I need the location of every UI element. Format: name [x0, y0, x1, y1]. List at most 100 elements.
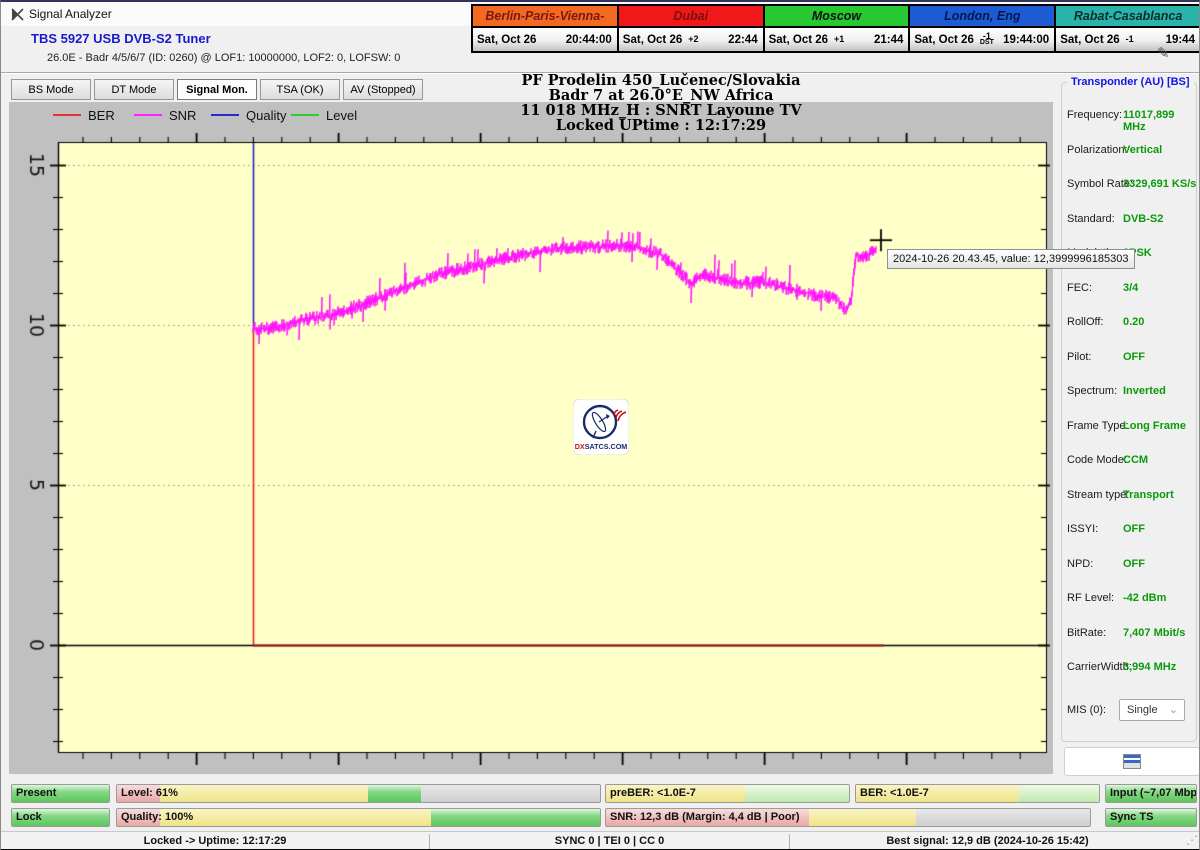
meter-label: SNR: 12,3 dB (Margin: 4,4 dB | Poor) — [610, 809, 800, 826]
mis-label: MIS (0): — [1067, 704, 1106, 716]
clock-utc-offset: -1DST — [980, 33, 994, 46]
transponder-field-label: Frequency: — [1067, 109, 1122, 121]
tuner-name: TBS 5927 USB DVB-S2 Tuner — [31, 31, 211, 46]
clock-time-row: Sat, Oct 2620:44:00Sat, Oct 26+222:44Sat… — [473, 26, 1200, 51]
world-clock-table: Berlin-Paris-Vienna-RomaDubaiMoscowLondo… — [471, 4, 1200, 53]
transponder-field-label: RollOff: — [1067, 316, 1103, 328]
tab-dt-mode[interactable]: DT Mode — [94, 79, 174, 100]
transponder-field-label: Polarization: — [1067, 144, 1128, 156]
clock-city-row: Berlin-Paris-Vienna-RomaDubaiMoscowLondo… — [473, 6, 1200, 26]
tab-signal-mon-[interactable]: Signal Mon. — [177, 79, 257, 100]
legend-item-quality: Quality — [211, 106, 286, 124]
transponder-field-label: ISSYI: — [1067, 523, 1098, 535]
dxsatcs-logo: DXSATCS.COM — [573, 399, 629, 455]
clock-city: Moscow — [763, 6, 909, 26]
meter-label: preBER: <1.0E-7 — [610, 785, 696, 802]
legend-label: SNR — [169, 108, 196, 123]
transponder-field-value: 3329,691 KS/s — [1123, 178, 1196, 190]
legend-line — [211, 114, 239, 116]
clock-time: Sat, Oct 2620:44:00 — [473, 26, 617, 51]
clock-utc-offset: -1 — [1126, 36, 1134, 43]
clock-city: London, Eng — [908, 6, 1054, 26]
save-button[interactable] — [1064, 747, 1200, 776]
transponder-field-value: 3,994 MHz — [1123, 661, 1176, 673]
meter-present: Present — [11, 784, 110, 803]
clock-time: Sat, Oct 26+121:44 — [763, 26, 909, 51]
transponder-field-value: OFF — [1123, 523, 1145, 535]
transponder-field-label: Pilot: — [1067, 351, 1091, 363]
transponder-field-value: Inverted — [1123, 385, 1166, 397]
legend-line — [291, 114, 319, 116]
meter-label: Level: 61% — [121, 785, 178, 802]
clock-city: Rabat-Casablanca — [1054, 6, 1200, 26]
clock-utc-offset: +1 — [834, 36, 844, 43]
transponder-field-value: 0.20 — [1123, 316, 1144, 328]
meter-snr: SNR: 12,3 dB (Margin: 4,4 dB | Poor) — [605, 808, 1091, 827]
chevron-down-icon: ⌄ — [1169, 700, 1178, 720]
tuner-details: 26.0E - Badr 4/5/6/7 (ID: 0260) @ LOF1: … — [47, 52, 400, 64]
transponder-field-label: Frame Type: — [1067, 420, 1129, 432]
transponder-field-label: Spectrum: — [1067, 385, 1117, 397]
transponder-field-value: DVB-S2 — [1123, 213, 1163, 225]
logo-text-dx: DX — [575, 442, 585, 451]
svg-text:DXSATCS.COM: DXSATCS.COM — [575, 442, 628, 451]
chart-title-line3: 11 018 MHz_H : SNRT Layoune TV — [401, 103, 921, 118]
chart-title-line4: Locked UPtime : 12:17:29 — [401, 118, 921, 133]
chart-tooltip: 2024-10-26 20.43.45, value: 12,399999618… — [887, 249, 1135, 269]
transponder-field-value: Long Frame — [1123, 420, 1186, 432]
transponder-field-value: OFF — [1123, 351, 1145, 363]
transponder-groupbox-title: Transponder (AU) [BS] — [1067, 76, 1194, 88]
tab-bs-mode[interactable]: BS Mode — [11, 79, 91, 100]
chart-title-line2: Badr 7 at 26.0°E_NW Africa — [401, 88, 921, 103]
transponder-field-label: BitRate: — [1067, 627, 1106, 639]
window-title: Signal Analyzer — [29, 7, 112, 21]
transponder-field-value: 3/4 — [1123, 282, 1138, 294]
transponder-field-label: NPD: — [1067, 558, 1093, 570]
legend-label: Quality — [246, 108, 286, 123]
meter-ber: BER: <1.0E-7 — [855, 784, 1100, 803]
signal-chart-canvas[interactable] — [9, 102, 1053, 774]
disk-icon — [1123, 754, 1141, 769]
logo-text-rest: SATCS.COM — [585, 442, 628, 451]
clock-time: Sat, Oct 26+222:44 — [617, 26, 763, 51]
legend-label: BER — [88, 108, 115, 123]
transponder-field-label: Stream type: — [1067, 489, 1129, 501]
clock-city: Dubai — [617, 6, 763, 26]
transponder-field-value: Transport — [1123, 489, 1174, 501]
mis-dropdown[interactable]: Single ⌄ — [1119, 699, 1185, 721]
meter-syncts: Sync TS — [1105, 808, 1197, 827]
legend-item-level: Level — [291, 106, 357, 124]
meter-label: Input (~7,07 Mbps) — [1110, 785, 1197, 802]
status-uptime: Locked -> Uptime: 12:17:29 — [1, 832, 429, 850]
legend-item-snr: SNR — [134, 106, 196, 124]
mis-dropdown-value: Single — [1127, 704, 1158, 716]
chart-title-line1: PF Prodelin 450_Lučenec/Slovakia — [401, 73, 921, 88]
legend-line — [134, 114, 162, 116]
mode-tabs: BS ModeDT ModeSignal Mon.TSA (OK)AV (Sto… — [11, 79, 423, 100]
signal-analyzer-window: Signal Analyzer Berlin-Paris-Vienna-Roma… — [0, 0, 1200, 850]
transponder-field-label: FEC: — [1067, 282, 1092, 294]
tab-tsa-ok-[interactable]: TSA (OK) — [260, 79, 340, 100]
clock-utc-offset: +2 — [688, 36, 698, 43]
status-best-signal: Best signal: 12,9 dB (2024-10-26 15:42) — [790, 832, 1185, 850]
legend-item-ber: BER — [53, 106, 115, 124]
clock-time: Sat, Oct 26-119:44 — [1054, 26, 1200, 51]
pen-icon: ✎ — [1157, 44, 1170, 62]
legend-label: Level — [326, 108, 357, 123]
clock-time: Sat, Oct 26-1DST19:44:00 — [908, 26, 1054, 51]
meter-level: Level: 61% — [116, 784, 601, 803]
satellite-dish-icon — [10, 7, 25, 22]
transponder-field-value: OFF — [1123, 558, 1145, 570]
transponder-field-label: RF Level: — [1067, 592, 1114, 604]
clock-city: Berlin-Paris-Vienna-Roma — [473, 6, 617, 26]
meter-label: Sync TS — [1110, 809, 1153, 826]
meter-lock: Lock — [11, 808, 110, 827]
legend-line — [53, 114, 81, 116]
transponder-field-value: Vertical — [1123, 144, 1162, 156]
transponder-field-label: Code Mode: — [1067, 454, 1127, 466]
meter-quality: Quality: 100% — [116, 808, 601, 827]
chart-title-block: PF Prodelin 450_Lučenec/Slovakia Badr 7 … — [401, 73, 921, 133]
meter-input: Input (~7,07 Mbps) — [1105, 784, 1197, 803]
resize-grip-icon[interactable]: ⋰ — [1186, 833, 1198, 847]
status-bar: Locked -> Uptime: 12:17:29 SYNC 0 | TEI … — [1, 831, 1200, 850]
